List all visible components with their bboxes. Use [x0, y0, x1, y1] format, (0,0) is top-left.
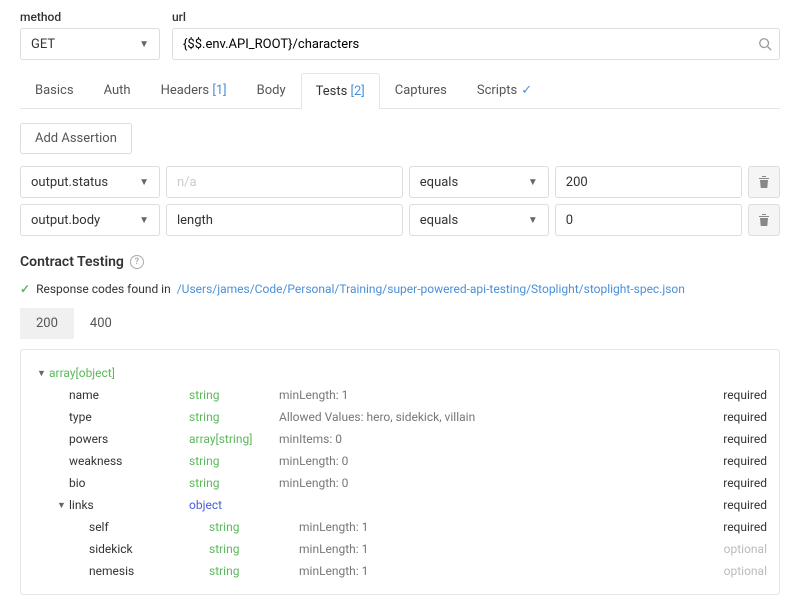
- schema-prop-name: links: [69, 498, 189, 512]
- schema-prop-constraint: minLength: 1: [299, 520, 723, 534]
- schema-prop-required: required: [723, 432, 767, 446]
- tab-badge: [2]: [347, 84, 364, 99]
- tab-badge: [1]: [209, 83, 226, 98]
- schema-prop-name: sidekick: [89, 542, 209, 556]
- check-icon: ✓: [20, 282, 30, 296]
- response-code-tab-400[interactable]: 400: [74, 308, 128, 339]
- status-text: Response codes found in: [36, 282, 171, 296]
- method-label: method: [20, 10, 160, 24]
- schema-prop-name: bio: [69, 476, 189, 490]
- spec-path-link[interactable]: /Users/james/Code/Personal/Training/supe…: [177, 282, 685, 296]
- tab-scripts[interactable]: Scripts✓: [462, 72, 547, 108]
- schema-prop-required: required: [723, 476, 767, 490]
- schema-property-row: biostringminLength: 0required: [33, 472, 767, 494]
- schema-prop-constraint: Allowed Values: hero, sidekick, villain: [279, 410, 723, 424]
- schema-prop-name: self: [89, 520, 209, 534]
- response-code-tab-200[interactable]: 200: [20, 308, 74, 339]
- schema-prop-type: string: [209, 520, 299, 534]
- caret-down-icon: ▼: [528, 177, 538, 188]
- tab-captures[interactable]: Captures: [380, 72, 462, 108]
- schema-prop-type: array[string]: [189, 432, 279, 446]
- schema-prop-name: name: [69, 388, 189, 402]
- assertion-target-select[interactable]: output.status▼: [20, 166, 160, 198]
- schema-prop-required: required: [723, 388, 767, 402]
- url-label: url: [172, 10, 780, 24]
- caret-down-icon[interactable]: ▼: [57, 500, 69, 511]
- tab-bar: BasicsAuthHeaders [1]BodyTests [2]Captur…: [20, 72, 780, 109]
- schema-property-row: typestringAllowed Values: hero, sidekick…: [33, 406, 767, 428]
- schema-prop-constraint: minLength: 1: [299, 564, 724, 578]
- add-assertion-button[interactable]: Add Assertion: [20, 123, 132, 154]
- assertion-target-select[interactable]: output.body▼: [20, 204, 160, 236]
- assertion-row: output.status▼n/aequals▼200: [20, 166, 780, 198]
- schema-prop-type: string: [189, 410, 279, 424]
- schema-prop-required: required: [723, 410, 767, 424]
- schema-prop-required: required: [723, 454, 767, 468]
- schema-prop-constraint: minLength: 0: [279, 476, 723, 490]
- schema-prop-constraint: minLength: 0: [279, 454, 723, 468]
- schema-panel: ▼ array[object] namestringminLength: 1re…: [20, 349, 780, 595]
- caret-down-icon: ▼: [139, 215, 149, 226]
- schema-prop-type: string: [209, 564, 299, 578]
- schema-prop-type: string: [189, 388, 279, 402]
- assertion-value-input[interactable]: 200: [555, 166, 742, 198]
- assertion-operator-select[interactable]: equals▼: [409, 204, 549, 236]
- schema-property-row: nemesisstringminLength: 1optional: [33, 560, 767, 582]
- assertion-operator-select[interactable]: equals▼: [409, 166, 549, 198]
- contract-testing-title: Contract Testing: [20, 254, 124, 270]
- schema-prop-constraint: minLength: 1: [279, 388, 723, 402]
- schema-prop-name: nemesis: [89, 564, 209, 578]
- caret-down-icon: ▼: [139, 177, 149, 188]
- assertion-row: output.body▼lengthequals▼0: [20, 204, 780, 236]
- delete-assertion-button[interactable]: [748, 204, 780, 236]
- assertion-value-input[interactable]: 0: [555, 204, 742, 236]
- tab-body[interactable]: Body: [242, 72, 301, 108]
- schema-prop-required: required: [723, 498, 767, 512]
- caret-down-icon[interactable]: ▼: [37, 368, 49, 379]
- schema-prop-required: optional: [724, 564, 767, 578]
- help-icon[interactable]: ?: [130, 255, 144, 269]
- schema-prop-type: string: [189, 454, 279, 468]
- url-input[interactable]: [172, 28, 780, 60]
- response-code-tabs: 200400: [20, 308, 780, 339]
- caret-down-icon: ▼: [528, 215, 538, 226]
- tab-basics[interactable]: Basics: [20, 72, 89, 108]
- schema-prop-constraint: minLength: 1: [299, 542, 724, 556]
- schema-property-row: weaknessstringminLength: 0required: [33, 450, 767, 472]
- assertion-property-input[interactable]: n/a: [166, 166, 403, 198]
- schema-prop-type: object: [189, 498, 279, 512]
- delete-assertion-button[interactable]: [748, 166, 780, 198]
- schema-prop-constraint: minItems: 0: [279, 432, 723, 446]
- schema-prop-required: optional: [724, 542, 767, 556]
- schema-prop-name: powers: [69, 432, 189, 446]
- tab-tests[interactable]: Tests [2]: [301, 73, 380, 109]
- schema-prop-required: required: [723, 520, 767, 534]
- schema-prop-type: string: [189, 476, 279, 490]
- assertion-property-input[interactable]: length: [166, 204, 403, 236]
- tab-auth[interactable]: Auth: [89, 72, 146, 108]
- schema-property-row: powersarray[string]minItems: 0required: [33, 428, 767, 450]
- method-value: GET: [31, 37, 55, 52]
- schema-prop-name: type: [69, 410, 189, 424]
- search-icon[interactable]: [758, 37, 772, 51]
- schema-property-row: namestringminLength: 1required: [33, 384, 767, 406]
- caret-down-icon: ▼: [139, 39, 149, 50]
- schema-property-row: selfstringminLength: 1required: [33, 516, 767, 538]
- schema-root-type: array[object]: [49, 366, 115, 380]
- schema-property-row: sidekickstringminLength: 1optional: [33, 538, 767, 560]
- tab-headers[interactable]: Headers [1]: [146, 72, 242, 108]
- method-select[interactable]: GET ▼: [20, 28, 160, 60]
- schema-prop-name: weakness: [69, 454, 189, 468]
- schema-prop-type: string: [209, 542, 299, 556]
- check-icon: ✓: [521, 83, 532, 98]
